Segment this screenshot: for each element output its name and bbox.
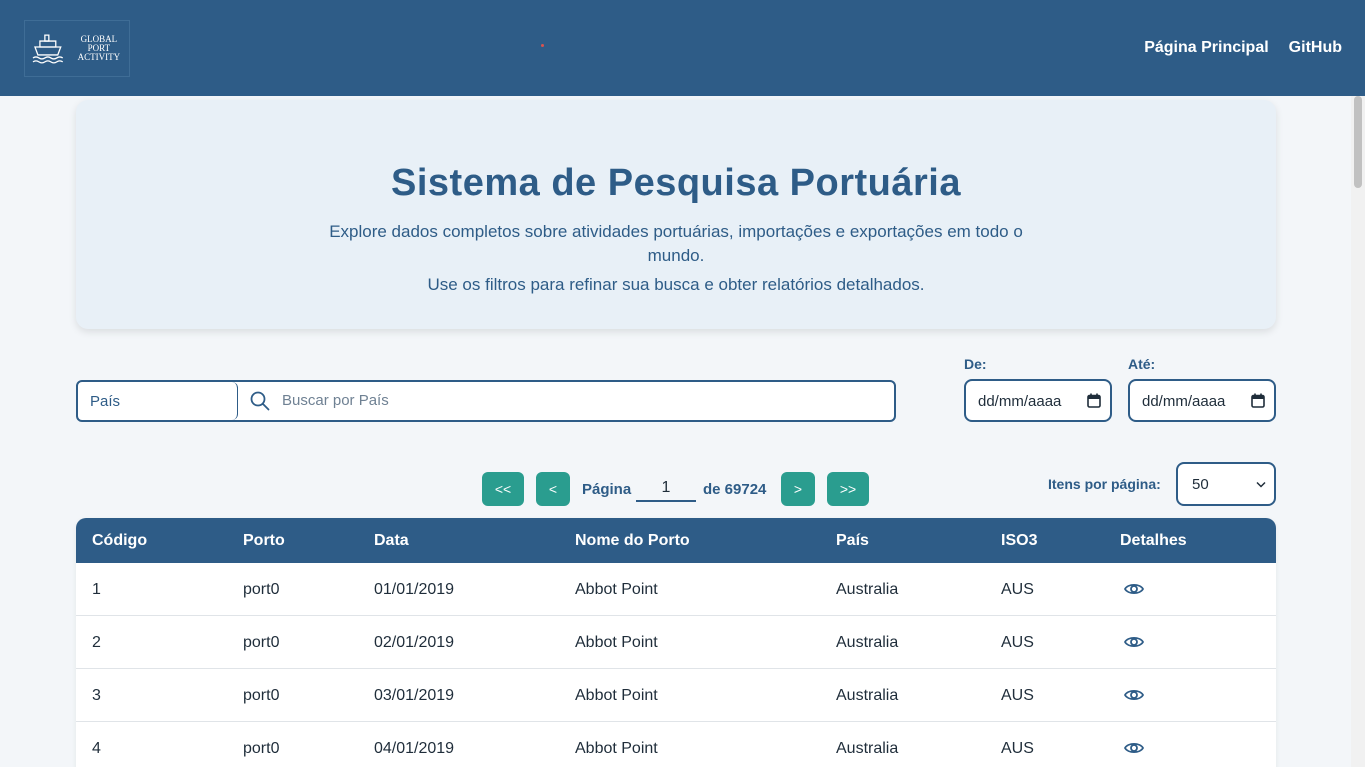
cell-iso3: AUS [1001,687,1034,704]
cell-iso3: AUS [1001,634,1034,651]
cell-code: 4 [92,740,101,757]
table-row: 1 port0 01/01/2019 Abbot Point Australia… [76,563,1276,616]
next-page-button[interactable]: > [781,472,815,506]
cell-country: Australia [836,634,899,651]
to-date-input[interactable]: dd/mm/aaaa [1128,379,1276,422]
cell-country: Australia [836,581,899,598]
per-page-value: 50 [1192,476,1209,493]
cell-date: 02/01/2019 [374,634,455,651]
cell-port: port0 [243,581,280,598]
header-port: Porto [243,532,285,549]
hero-description: Explore dados completos sobre atividades… [329,222,1023,265]
logo-text-line2: ACTIVITY [77,52,121,62]
ports-table: Código Porto Data Nome do Porto País ISO… [76,518,1276,767]
to-date-value: dd/mm/aaaa [1142,393,1226,410]
cell-date: 03/01/2019 [374,687,455,704]
cell-port-name: Abbot Point [575,687,658,704]
table-row: 2 port0 02/01/2019 Abbot Point Australia… [76,616,1276,669]
from-date-value: dd/mm/aaaa [978,393,1062,410]
eye-icon[interactable] [1124,687,1144,703]
to-date-label: Até: [1128,356,1156,372]
header-country: País [836,532,869,549]
header-iso3: ISO3 [1001,532,1038,549]
eye-icon[interactable] [1124,634,1144,650]
logo-text-line1: GLOBAL PORT [80,34,118,53]
scrollbar-thumb[interactable] [1354,96,1362,188]
header-port-name: Nome do Porto [575,532,690,549]
nav-link-github[interactable]: GitHub [1289,39,1342,57]
hero-card: Sistema de Pesquisa Portuária Explore da… [76,100,1276,329]
cell-code: 2 [92,634,101,651]
scrollbar-track[interactable] [1351,96,1365,767]
page-number-input[interactable]: 1 [636,476,696,502]
total-pages-label: de 69724 [703,481,767,498]
cell-port-name: Abbot Point [575,581,658,598]
red-dot [541,44,544,47]
calendar-icon[interactable] [1087,393,1101,408]
from-date-label: De: [964,356,987,372]
nav-link-home[interactable]: Página Principal [1144,39,1268,57]
search-input[interactable]: Buscar por País [282,392,389,409]
cell-code: 1 [92,581,101,598]
cell-port: port0 [243,740,280,757]
from-date-input[interactable]: dd/mm/aaaa [964,379,1112,422]
table-row: 4 port0 04/01/2019 Abbot Point Australia… [76,722,1276,767]
header-details: Detalhes [1120,532,1187,549]
header-date: Data [374,532,409,549]
page-label: Página [582,481,632,498]
header-code: Código [92,532,148,549]
prev-page-button[interactable]: < [536,472,570,506]
cell-date: 01/01/2019 [374,581,455,598]
search-icon [250,391,270,411]
search-group: País Buscar por País [76,380,896,422]
ship-logo-icon [32,33,64,64]
navbar: GLOBAL PORT ACTIVITY Página Principal Gi… [0,0,1365,96]
cell-port-name: Abbot Point [575,740,658,757]
cell-port-name: Abbot Point [575,634,658,651]
cell-date: 04/01/2019 [374,740,455,757]
cell-country: Australia [836,740,899,757]
per-page-select[interactable]: 50 [1176,462,1276,506]
nav-links: Página Principal GitHub [1144,39,1342,57]
cell-iso3: AUS [1001,581,1034,598]
eye-icon[interactable] [1124,740,1144,756]
calendar-icon[interactable] [1251,393,1265,408]
cell-country: Australia [836,687,899,704]
eye-icon[interactable] [1124,581,1144,597]
cell-code: 3 [92,687,101,704]
chevron-down-icon [1256,481,1266,488]
table-row: 3 port0 03/01/2019 Abbot Point Australia… [76,669,1276,722]
logo-text: GLOBAL PORT ACTIVITY [69,35,129,62]
logo[interactable]: GLOBAL PORT ACTIVITY [24,20,130,77]
page-title: Sistema de Pesquisa Portuária [391,162,961,204]
table-header: Código Porto Data Nome do Porto País ISO… [76,518,1276,563]
cell-iso3: AUS [1001,740,1034,757]
country-select[interactable]: País [78,382,238,420]
cell-port: port0 [243,687,280,704]
per-page-label: Itens por página: [1048,476,1161,492]
cell-port: port0 [243,634,280,651]
first-page-button[interactable]: << [482,472,524,506]
hero-description-secondary: Use os filtros para refinar sua busca e … [427,275,925,294]
last-page-button[interactable]: >> [827,472,869,506]
